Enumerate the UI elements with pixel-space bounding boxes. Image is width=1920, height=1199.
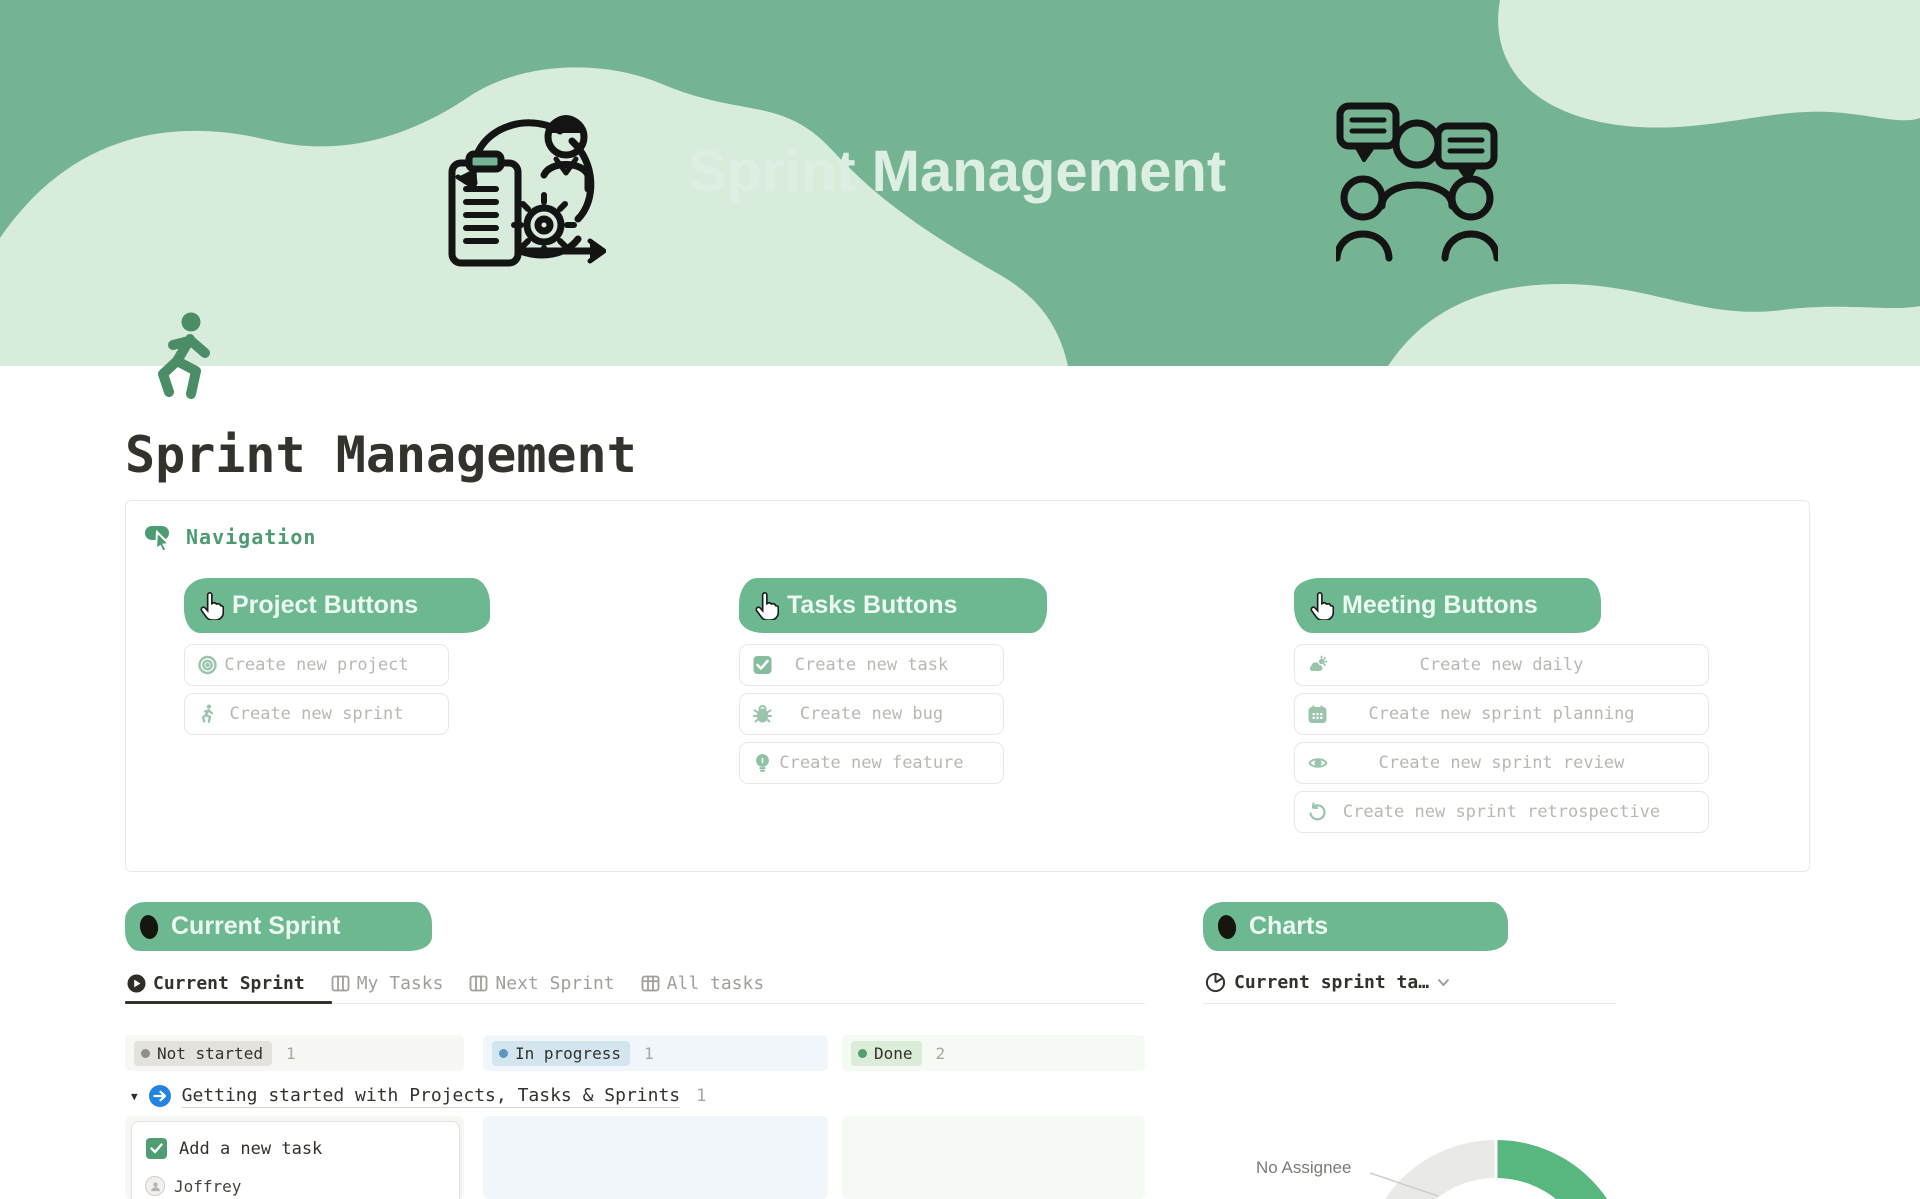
assignee-avatar [145, 1176, 165, 1196]
hand-cursor-icon [751, 592, 779, 620]
target-icon [198, 656, 217, 675]
current-sprint-section-header: Current Sprint [125, 902, 432, 951]
column-not-started[interactable]: Not started 1 [125, 1035, 464, 1071]
create-new-bug-button[interactable]: Create new bug [739, 693, 1004, 735]
navigation-callout-header: Navigation [144, 523, 316, 551]
undo-icon [1308, 803, 1327, 822]
column-in-progress[interactable]: In progress 1 [483, 1035, 828, 1071]
pie-chart-icon [1205, 972, 1226, 993]
sprint-group-row[interactable]: ▼ Getting started with Projects, Tasks &… [131, 1084, 706, 1108]
chart-tab-label: Current sprint ta… [1234, 972, 1429, 993]
bug-icon [753, 705, 772, 724]
checkbox-icon [753, 656, 772, 675]
sprint-cycle-illustration-icon [444, 97, 606, 269]
create-new-project-button[interactable]: Create new project [184, 644, 449, 686]
runner-page-icon[interactable] [150, 312, 214, 402]
status-dot [499, 1049, 508, 1058]
active-tab-underline [125, 1001, 332, 1004]
button-click-icon [144, 523, 176, 551]
column-done[interactable]: Done 2 [842, 1035, 1145, 1071]
status-pill-not-started: Not started [134, 1041, 272, 1066]
tab-next-sprint[interactable]: Next Sprint [469, 973, 614, 994]
project-buttons-header: Project Buttons [184, 578, 490, 633]
banner-title: Sprint Management [688, 138, 1268, 205]
board-icon [331, 974, 350, 993]
task-card[interactable]: Add a new task Joffrey [131, 1121, 460, 1199]
current-sprint-section-title: Current Sprint [171, 912, 340, 941]
sprint-group-count: 1 [696, 1086, 706, 1106]
sun-cloud-icon [1308, 656, 1328, 675]
bulb-icon [753, 754, 772, 773]
navigation-label: Navigation [186, 525, 316, 549]
black-dot-icon [137, 912, 161, 942]
status-dot [858, 1049, 867, 1058]
task-card-title[interactable]: Add a new task [179, 1139, 322, 1159]
eye-icon [1308, 754, 1328, 773]
table-icon [641, 974, 660, 993]
black-dot-icon [1215, 912, 1239, 942]
assignee-name: Joffrey [174, 1177, 241, 1196]
column-count: 1 [644, 1044, 654, 1063]
runner-icon [198, 705, 216, 724]
meeting-buttons-header: Meeting Buttons [1294, 578, 1601, 633]
tab-current-sprint[interactable]: Current Sprint [127, 973, 305, 994]
create-new-sprint-planning-button[interactable]: Create new sprint planning [1294, 693, 1709, 735]
sprint-management-page: Sprint Management Sprint Management [0, 0, 1920, 1199]
create-new-feature-button[interactable]: Create new feature [739, 742, 1004, 784]
create-new-task-button[interactable]: Create new task [739, 644, 1004, 686]
navigation-callout: Navigation Project Buttons Create new pr… [125, 500, 1810, 872]
project-arrow-icon [148, 1084, 172, 1108]
hand-cursor-icon [196, 592, 224, 620]
task-checkbox-checked[interactable] [146, 1138, 167, 1159]
chart-view-tab[interactable]: Current sprint ta… [1205, 972, 1450, 993]
tasks-buttons-title: Tasks Buttons [787, 591, 957, 620]
donut-segment-assigned[interactable] [1496, 1159, 1611, 1199]
chart-label-no-assignee: No Assignee [1256, 1158, 1351, 1178]
meeting-buttons-title: Meeting Buttons [1342, 591, 1538, 620]
tab-all-tasks[interactable]: All tasks [641, 973, 765, 994]
board-view-tabs: Current Sprint My Tasks Next Sprint All … [127, 966, 764, 1000]
charts-section-header: Charts [1203, 902, 1508, 951]
column-count: 2 [936, 1044, 946, 1063]
sprint-group-title[interactable]: Getting started with Projects, Tasks & S… [182, 1085, 681, 1108]
project-buttons-title: Project Buttons [232, 591, 418, 620]
create-new-daily-button[interactable]: Create new daily [1294, 644, 1709, 686]
chart-tab-divider [1203, 1003, 1616, 1004]
status-pill-done: Done [851, 1041, 922, 1066]
assignee-donut-chart [1150, 1100, 1920, 1199]
chevron-down-icon [1437, 978, 1450, 987]
status-dot [141, 1049, 150, 1058]
create-new-sprint-button[interactable]: Create new sprint [184, 693, 449, 735]
tab-my-tasks[interactable]: My Tasks [331, 973, 444, 994]
in-progress-card-area [483, 1116, 828, 1199]
board-icon [469, 974, 488, 993]
page-title: Sprint Management [125, 426, 637, 484]
create-new-sprint-review-button[interactable]: Create new sprint review [1294, 742, 1709, 784]
charts-section-title: Charts [1249, 912, 1328, 941]
toggle-triangle-icon[interactable]: ▼ [131, 1090, 138, 1103]
tasks-buttons-header: Tasks Buttons [739, 578, 1047, 633]
hand-cursor-icon [1306, 592, 1334, 620]
page-cover-banner: Sprint Management [0, 0, 1920, 366]
play-circle-icon [127, 974, 146, 993]
team-meeting-illustration-icon [1336, 100, 1498, 262]
create-new-sprint-retrospective-button[interactable]: Create new sprint retrospective [1294, 791, 1709, 833]
calendar-icon [1308, 705, 1327, 724]
column-count: 1 [286, 1044, 296, 1063]
status-pill-in-progress: In progress [492, 1041, 630, 1066]
done-card-area [842, 1116, 1145, 1199]
